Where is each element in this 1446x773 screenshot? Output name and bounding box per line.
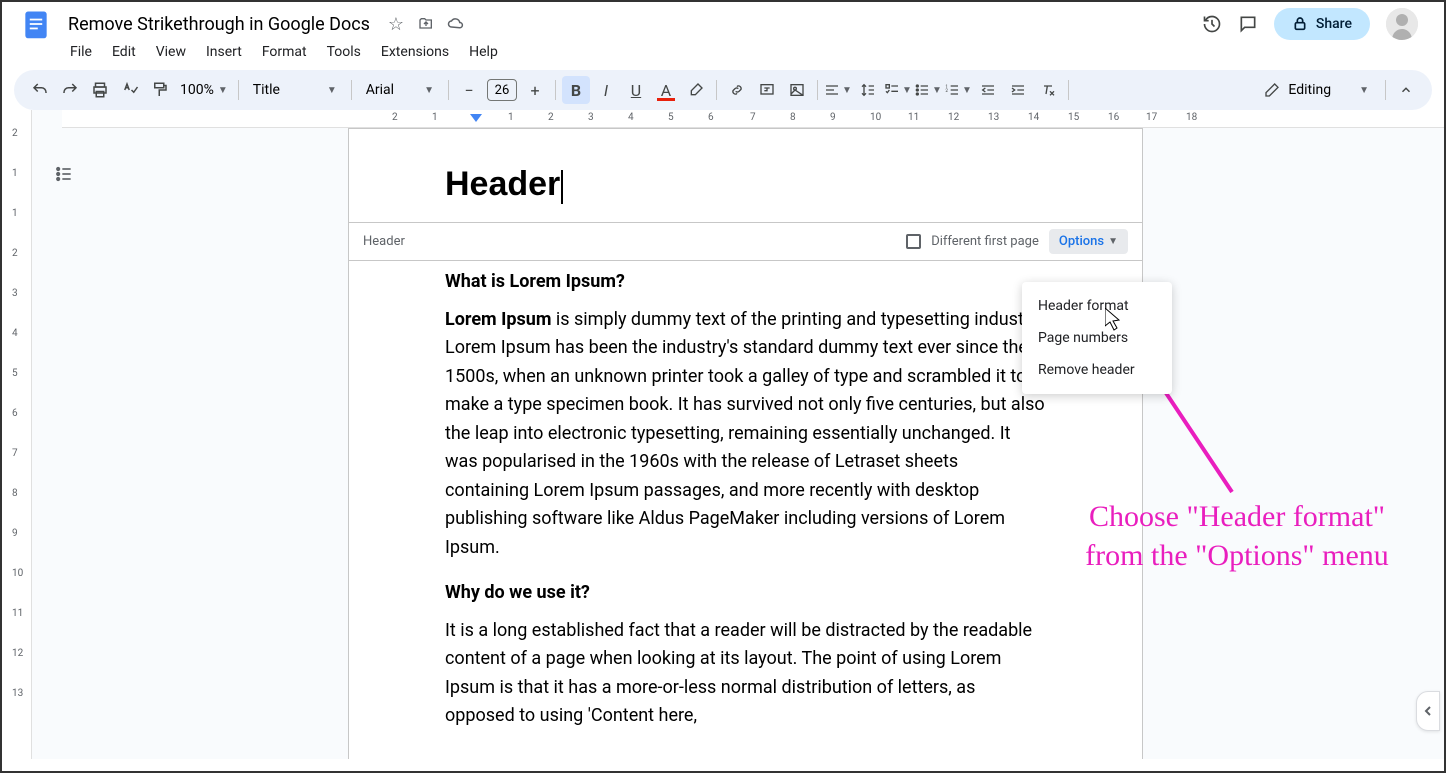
indent-marker-icon[interactable] [470,114,482,126]
redo-button[interactable] [56,76,84,104]
italic-button[interactable]: I [592,76,620,104]
menu-item-header-format[interactable]: Header format [1022,290,1172,322]
menu-insert[interactable]: Insert [198,40,250,64]
header-options-bar: Header Different first page Options ▼ [349,222,1142,261]
show-outline-button[interactable] [50,160,78,188]
different-first-page-checkbox[interactable] [906,234,921,249]
docs-logo-icon[interactable] [18,6,54,42]
options-dropdown-menu: Header format Page numbers Remove header [1022,282,1172,394]
numbered-list-button[interactable]: 12▼ [944,76,972,104]
insert-image-button[interactable] [783,76,811,104]
align-button[interactable]: ▼ [824,76,852,104]
menu-bar: File Edit View Insert Format Tools Exten… [2,38,1444,70]
star-icon[interactable]: ☆ [386,14,406,34]
bullet-list-button[interactable]: ▼ [914,76,942,104]
spellcheck-button[interactable] [116,76,144,104]
mouse-cursor-icon [1105,308,1123,332]
share-button[interactable]: Share [1274,8,1370,40]
menu-item-remove-header[interactable]: Remove header [1022,354,1172,386]
title-bar: Remove Strikethrough in Google Docs ☆ Sh… [2,2,1444,38]
increase-indent-button[interactable] [1004,76,1032,104]
paragraph-2: It is a long established fact that a rea… [445,617,1046,731]
zoom-select[interactable]: 100%▼ [176,82,232,98]
increase-font-button[interactable]: + [521,76,549,104]
font-size-input[interactable]: 26 [487,79,517,101]
horizontal-ruler: 21123456789101112131415161718 [62,110,1444,128]
vertical-ruler: 2112345678910111213 [2,110,32,759]
clear-formatting-button[interactable] [1034,76,1062,104]
move-icon[interactable] [416,14,436,34]
different-first-page-label: Different first page [931,234,1039,249]
side-panel-toggle[interactable] [1416,691,1440,731]
paint-format-button[interactable] [146,76,174,104]
insert-link-button[interactable] [723,76,751,104]
text-color-button[interactable]: A [652,76,680,104]
decrease-font-button[interactable]: − [455,76,483,104]
cloud-status-icon[interactable] [446,14,466,34]
header-title-text: Header [445,165,560,203]
document-page: Header Header Different first page Optio… [348,128,1143,759]
workspace: 2112345678910111213 21123456789101112131… [2,110,1444,759]
comments-icon[interactable] [1238,14,1258,34]
heading-why-use: Why do we use it? [445,582,1046,603]
editing-mode-select[interactable]: Editing ▼ [1254,82,1379,98]
paragraph-style-select[interactable]: Title▼ [245,82,345,98]
menu-item-page-numbers[interactable]: Page numbers [1022,322,1172,354]
header-right: Share [1202,8,1428,40]
menu-extensions[interactable]: Extensions [373,40,457,64]
toolbar: 100%▼ Title▼ Arial▼ − 26 + B I U A ▼ ▼ ▼… [14,70,1432,110]
heading-what-is: What is Lorem Ipsum? [445,271,1046,292]
underline-button[interactable]: U [622,76,650,104]
document-title[interactable]: Remove Strikethrough in Google Docs [62,12,376,37]
line-spacing-button[interactable] [854,76,882,104]
text-cursor [561,170,563,204]
page-header-area[interactable]: Header [349,129,1142,222]
insert-comment-button[interactable] [753,76,781,104]
undo-button[interactable] [26,76,54,104]
menu-tools[interactable]: Tools [319,40,369,64]
history-icon[interactable] [1202,14,1222,34]
font-size-control: − 26 + [455,76,549,104]
decrease-indent-button[interactable] [974,76,1002,104]
user-avatar[interactable] [1386,8,1418,40]
menu-edit[interactable]: Edit [104,40,144,64]
font-family-select[interactable]: Arial▼ [358,82,442,98]
menu-help[interactable]: Help [461,40,506,64]
menu-format[interactable]: Format [254,40,315,64]
checklist-button[interactable]: ▼ [884,76,912,104]
title-icons: ☆ [386,14,466,34]
collapse-toolbar-button[interactable] [1392,76,1420,104]
highlight-button[interactable] [682,76,710,104]
menu-file[interactable]: File [62,40,100,64]
paragraph-1: Lorem Ipsum is simply dummy text of the … [445,306,1046,562]
header-bar-label: Header [363,234,405,249]
document-canvas[interactable]: 21123456789101112131415161718 Header Hea… [32,110,1444,759]
print-button[interactable] [86,76,114,104]
menu-view[interactable]: View [148,40,194,64]
share-label: Share [1316,16,1352,32]
header-options-button[interactable]: Options ▼ [1049,229,1128,254]
bold-button[interactable]: B [562,76,590,104]
tutorial-annotation-text: Choose "Header format" from the "Options… [1082,497,1392,575]
svg-text:2: 2 [945,88,948,94]
